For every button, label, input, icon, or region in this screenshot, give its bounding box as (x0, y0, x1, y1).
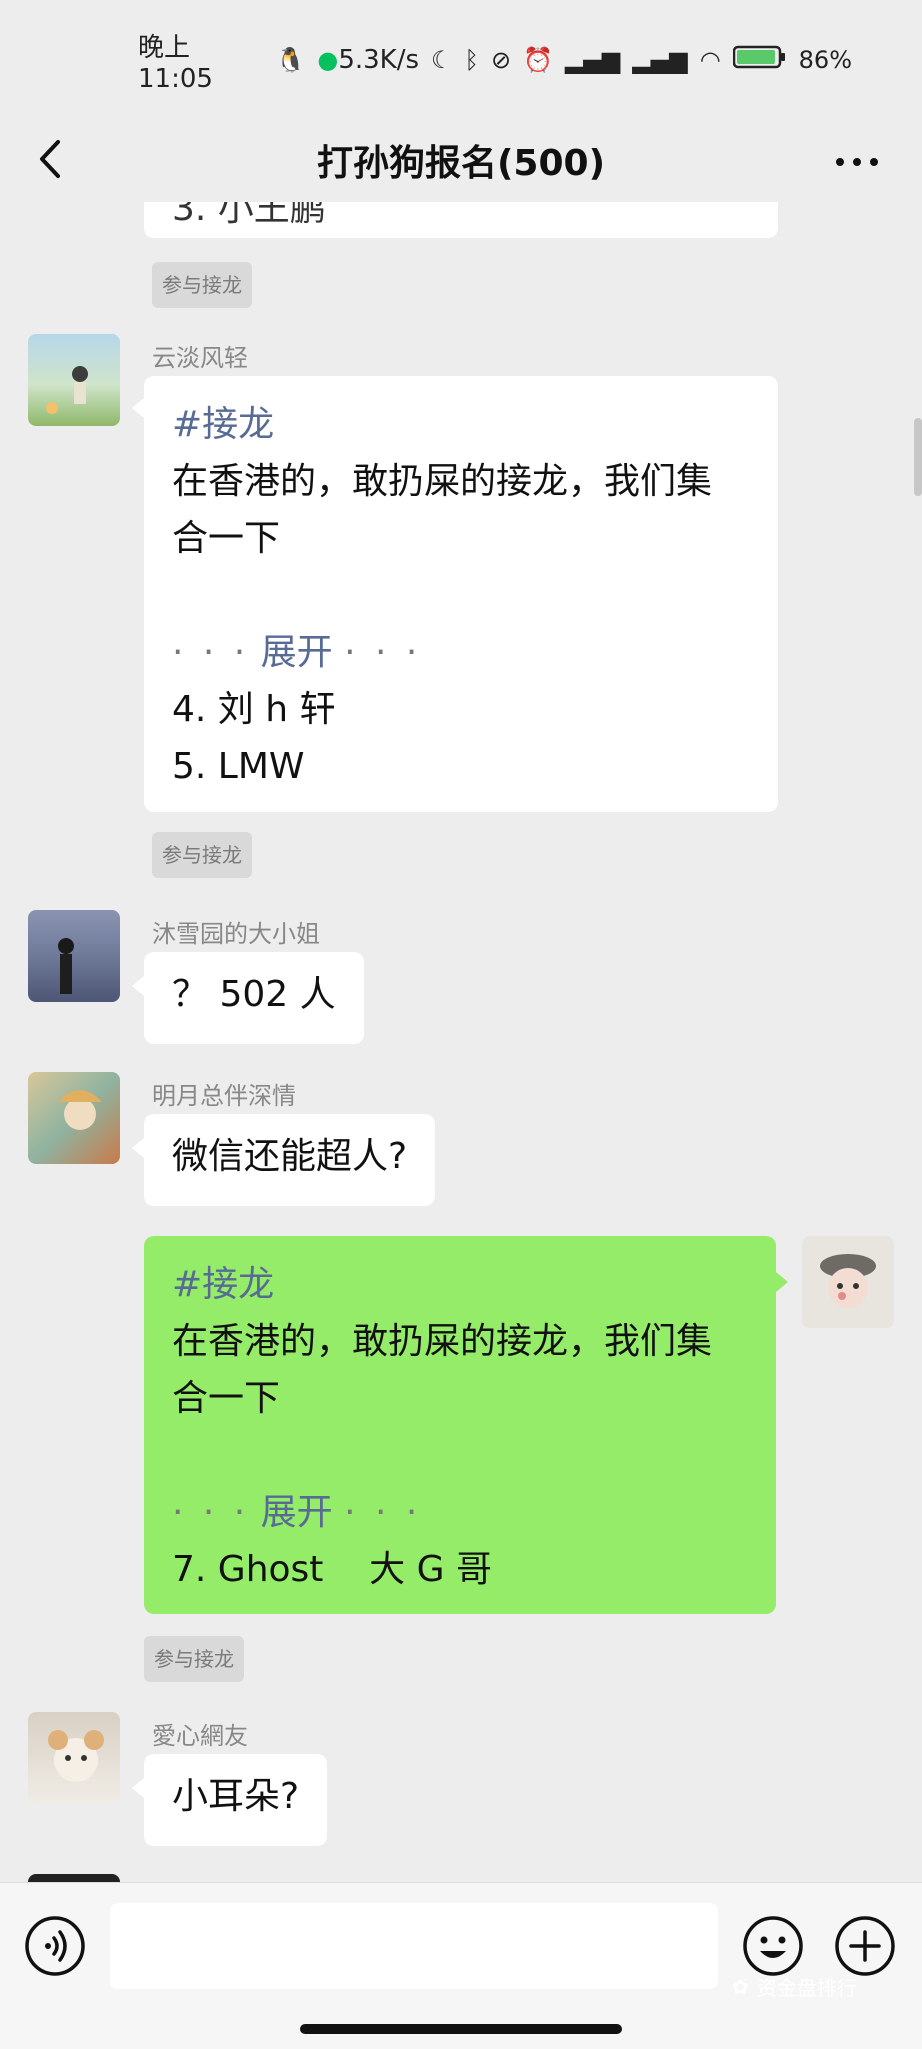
avatar[interactable] (28, 910, 120, 1002)
battery-icon (732, 44, 787, 76)
sender-name: 云淡风轻 (152, 344, 248, 372)
bubble-tail (132, 1778, 144, 1798)
partial-message-text: 3. 小王鹏 (172, 202, 326, 229)
chain-item: 5. LMW (172, 746, 305, 787)
join-chip[interactable]: 参与接龙 (144, 1636, 244, 1682)
expand-dots-left: · · · (172, 632, 250, 673)
wifi-icon: ◠ (699, 46, 721, 74)
chain-text-line-2: 合一下 (172, 518, 281, 559)
text-message-bubble[interactable]: 小耳朵? (144, 1754, 328, 1846)
expand-row[interactable]: · · · 展开 · · · (172, 1484, 748, 1541)
chain-item: 7. Ghost 大 G 哥 (172, 1549, 492, 1590)
signal-icon-2: ▂▄▆ (632, 46, 688, 74)
alarm-icon: ⏰ (523, 46, 553, 74)
chain-message-bubble[interactable]: #接龙 在香港的，敢扔屎的接龙，我们集 合一下 · · · 展开 · · · 4… (144, 376, 778, 812)
watermark-text: 资金盘排行 (756, 1976, 857, 2000)
expand-dots-right: · · · (344, 1492, 422, 1533)
expand-row[interactable]: · · · 展开 · · · (172, 624, 750, 681)
chat-header: 打孙狗报名(500) (0, 120, 922, 202)
sender-name: 愛心網友 (152, 1722, 248, 1750)
expand-dots-right: · · · (344, 632, 422, 673)
watermark: ✿ 资金盘排行 (732, 1972, 857, 2001)
text-message-bubble[interactable]: 微信还能超人? (144, 1114, 436, 1206)
expand-link[interactable]: 展开 (261, 632, 333, 673)
next-avatar-peek (28, 1874, 120, 1882)
chain-text-line-1: 在香港的，敢扔屎的接龙，我们集 (172, 461, 713, 502)
message-input[interactable] (110, 1903, 718, 1989)
battery-level: 86% (798, 46, 852, 74)
moon-icon: ☾ (431, 46, 453, 74)
partial-message-bubble[interactable]: 3. 小王鹏 (144, 202, 778, 238)
bubble-tail (776, 1272, 788, 1292)
bubble-tail (132, 398, 144, 418)
avatar[interactable] (28, 1072, 120, 1164)
wechat-icon: ● (317, 46, 339, 74)
join-chip[interactable]: 参与接龙 (152, 262, 252, 308)
expand-dots-left: · · · (172, 1492, 250, 1533)
chain-tag[interactable]: #接龙 (172, 1256, 748, 1313)
signal-icon-1: ▂▄▆ (564, 46, 621, 74)
more-menu-icon[interactable] (832, 142, 882, 182)
message-text: ？ 502 人 (172, 974, 336, 1015)
home-indicator[interactable] (300, 2024, 622, 2034)
join-chip[interactable]: 参与接龙 (152, 832, 252, 878)
chat-title: 打孙狗报名(500) (316, 143, 606, 184)
emoji-button[interactable] (742, 1915, 804, 1977)
message-text: 微信还能超人? (172, 1136, 408, 1177)
avatar[interactable] (28, 334, 120, 426)
voice-input-button[interactable] (24, 1915, 86, 1977)
my-avatar[interactable] (802, 1236, 894, 1328)
my-chain-message-bubble[interactable]: #接龙 在香港的，敢扔屎的接龙，我们集 合一下 · · · 展开 · · · 7… (144, 1236, 776, 1614)
more-actions-button[interactable] (834, 1915, 896, 1977)
status-time: 晚上11:05 (138, 32, 213, 94)
expand-link[interactable]: 展开 (261, 1492, 333, 1533)
avatar[interactable] (28, 1712, 120, 1804)
chain-tag[interactable]: #接龙 (172, 396, 750, 453)
scrollbar-thumb[interactable] (914, 418, 922, 496)
qq-icon: 🐧 (275, 46, 306, 74)
chain-text-line-1: 在香港的，敢扔屎的接龙，我们集 (172, 1321, 713, 1362)
bubble-tail (132, 976, 144, 996)
chain-text-line-2: 合一下 (172, 1378, 281, 1419)
text-message-bubble[interactable]: ？ 502 人 (144, 952, 364, 1044)
sender-name: 明月总伴深情 (152, 1082, 296, 1110)
bubble-tail (132, 1138, 144, 1158)
message-text: 小耳朵? (172, 1776, 300, 1817)
bluetooth-icon: ᛒ (464, 46, 479, 74)
mute-icon: ⊘ (490, 46, 512, 74)
partial-bubble-clip: 3. 小王鹏 (144, 202, 778, 238)
chain-item: 4. 刘 h 轩 (172, 689, 336, 730)
sender-name: 沐雪园的大小姐 (152, 920, 320, 948)
net-speed: 5.3K/s (338, 45, 420, 75)
status-bar: 晚上11:05 🐧 ● 5.3K/s ☾ ᛒ ⊘ ⏰ ▂▄▆ ▂▄▆ ◠ 86% (0, 0, 922, 120)
wechat-channel-icon: ✿ (732, 1974, 749, 1999)
